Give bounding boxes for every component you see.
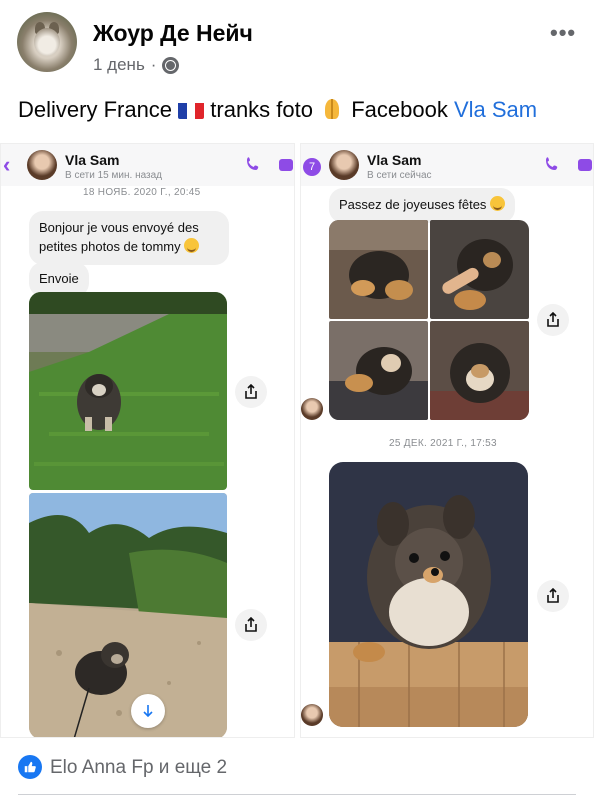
back-icon[interactable]: ‹ — [3, 152, 10, 178]
smiling-face-icon — [490, 196, 506, 211]
message-bubble: Bonjour je vous envoyé des petites photo… — [29, 211, 229, 265]
chat-date: 18 НОЯБ. 2020 Г., 20:45 — [83, 187, 201, 198]
messenger-header: 7 Vla Sam В сети сейчас — [301, 144, 593, 186]
message-text: Bonjour je vous envoyé des petites photo… — [39, 220, 199, 254]
video-icon[interactable] — [279, 159, 293, 171]
dog-photo[interactable] — [329, 321, 428, 420]
share-icon[interactable] — [537, 580, 569, 612]
france-flag-icon — [178, 101, 205, 119]
reaction-summary[interactable]: Elo Anna Fp и еще 2 — [50, 757, 227, 779]
praying-hands-icon — [319, 97, 345, 121]
contact-name: Vla Sam — [65, 152, 120, 168]
sender-avatar — [301, 704, 323, 726]
caption-text-1: Delivery France — [18, 97, 179, 122]
video-icon[interactable] — [578, 159, 592, 171]
contact-avatar — [329, 150, 359, 180]
smiling-face-icon — [184, 237, 200, 253]
chat-screenshot-right[interactable]: 7 Vla Sam В сети сейчас Passez de joyeus… — [300, 143, 594, 738]
more-icon[interactable]: ••• — [550, 20, 576, 46]
dog-photo[interactable] — [430, 220, 529, 319]
post-caption: Delivery France tranks foto Facebook Vla… — [18, 97, 537, 123]
dog-photo[interactable] — [329, 220, 428, 319]
author-name[interactable]: Жоур Де Нейч — [93, 20, 253, 47]
chat-date: 25 ДЕК. 2021 Г., 17:53 — [389, 438, 497, 449]
chat-screenshot-left[interactable]: ‹ Vla Sam В сети 15 мин. назад 18 НОЯБ. … — [0, 143, 295, 738]
share-icon[interactable] — [235, 376, 267, 408]
share-icon[interactable] — [235, 609, 267, 641]
post-time[interactable]: 1 день — [93, 55, 145, 75]
download-icon[interactable] — [131, 694, 165, 728]
caption-text-2: tranks foto — [204, 97, 320, 122]
message-bubble: Passez de joyeuses fêtes — [329, 188, 516, 223]
contact-status: В сети 15 мин. назад — [65, 170, 163, 181]
author-avatar[interactable] — [17, 12, 77, 72]
share-icon[interactable] — [537, 304, 569, 336]
globe-icon — [162, 56, 180, 74]
contact-avatar — [27, 150, 57, 180]
dog-photo[interactable] — [430, 321, 529, 420]
message-text: Envoie — [39, 271, 79, 286]
post-header: Жоур Де Нейч 1 день · ••• — [0, 0, 594, 90]
dog-photo[interactable] — [329, 462, 528, 727]
divider — [18, 794, 576, 795]
contact-status: В сети сейчас — [367, 170, 432, 181]
phone-icon[interactable] — [244, 155, 262, 173]
phone-icon[interactable] — [543, 155, 561, 173]
post-meta: 1 день · — [93, 55, 180, 75]
message-text: Passez de joyeuses fêtes — [339, 197, 487, 212]
meta-separator: · — [150, 55, 157, 74]
dog-photo[interactable] — [29, 292, 227, 490]
sender-avatar — [301, 398, 323, 420]
reactions-bar[interactable]: Elo Anna Fp и еще 2 — [0, 745, 594, 793]
dog-photo[interactable] — [29, 493, 227, 737]
like-icon — [18, 755, 42, 779]
caption-text-3: Facebook — [345, 97, 454, 122]
unread-badge[interactable]: 7 — [303, 158, 321, 176]
tagged-profile-link[interactable]: Vla Sam — [454, 97, 537, 122]
messenger-header: ‹ Vla Sam В сети 15 мин. назад — [1, 144, 294, 186]
contact-name: Vla Sam — [367, 152, 422, 168]
